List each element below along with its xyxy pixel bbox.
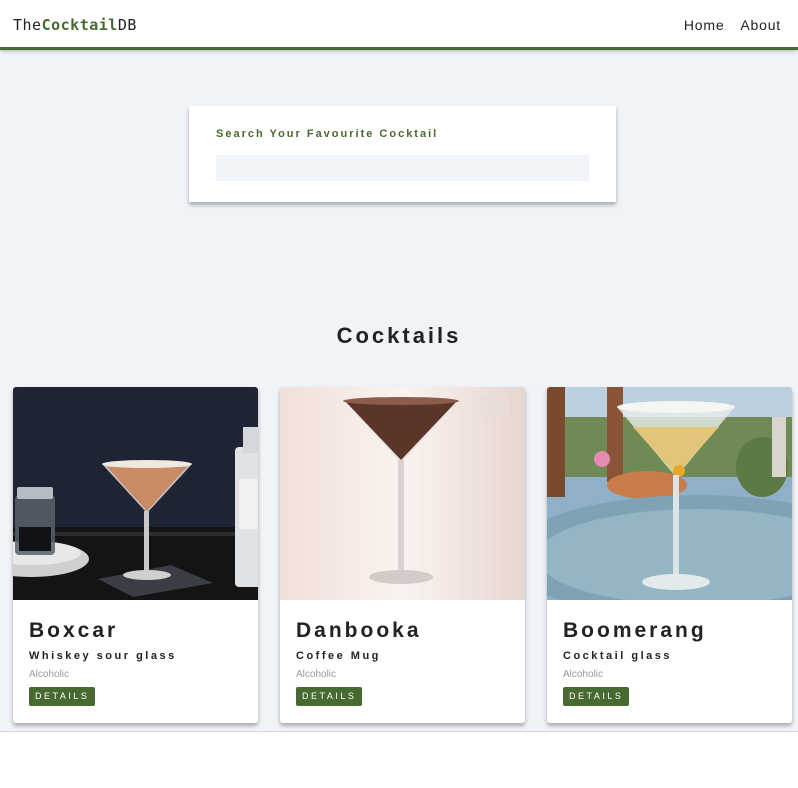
cocktail-name: Danbooka [296, 619, 422, 642]
nav-link-about[interactable]: About [740, 17, 781, 33]
cocktail-card: Danbooka Coffee Mug Alcoholic DETAILS [280, 387, 525, 723]
details-button[interactable]: DETAILS [296, 687, 363, 706]
search-input[interactable] [216, 155, 589, 181]
logo[interactable]: TheCocktailDB [13, 16, 137, 34]
cocktail-image [547, 387, 792, 600]
logo-prefix: The [13, 16, 42, 34]
search-card: Search Your Favourite Cocktail [189, 106, 616, 202]
cocktail-card: Boomerang Cocktail glass Alcoholic DETAI… [547, 387, 792, 723]
logo-suffix: DB [117, 16, 137, 34]
cocktail-glass: Coffee Mug [296, 650, 381, 662]
cocktail-type: Alcoholic [563, 669, 604, 680]
page: TheCocktailDB Home About Search Your Fav… [0, 0, 798, 788]
navbar: TheCocktailDB Home About [0, 0, 798, 50]
details-button[interactable]: DETAILS [563, 687, 630, 706]
cocktail-card: Boxcar Whiskey sour glass Alcoholic DETA… [13, 387, 258, 723]
cocktail-glass: Cocktail glass [563, 650, 672, 662]
nav-links: Home About [684, 17, 781, 33]
main-content: Search Your Favourite Cocktail Cocktails [0, 53, 798, 732]
search-label: Search Your Favourite Cocktail [216, 128, 439, 140]
nav-link-home[interactable]: Home [684, 17, 725, 33]
details-button[interactable]: DETAILS [29, 687, 96, 706]
cocktail-name: Boxcar [29, 619, 119, 642]
cocktail-type: Alcoholic [296, 669, 337, 680]
section-title: Cocktails [336, 323, 462, 348]
cocktail-type: Alcoholic [29, 669, 70, 680]
cocktail-glass: Whiskey sour glass [29, 650, 177, 662]
logo-brand: Cocktail [41, 16, 118, 34]
cocktail-image [13, 387, 258, 600]
cocktail-image [280, 387, 525, 600]
cocktail-name: Boomerang [563, 619, 707, 642]
